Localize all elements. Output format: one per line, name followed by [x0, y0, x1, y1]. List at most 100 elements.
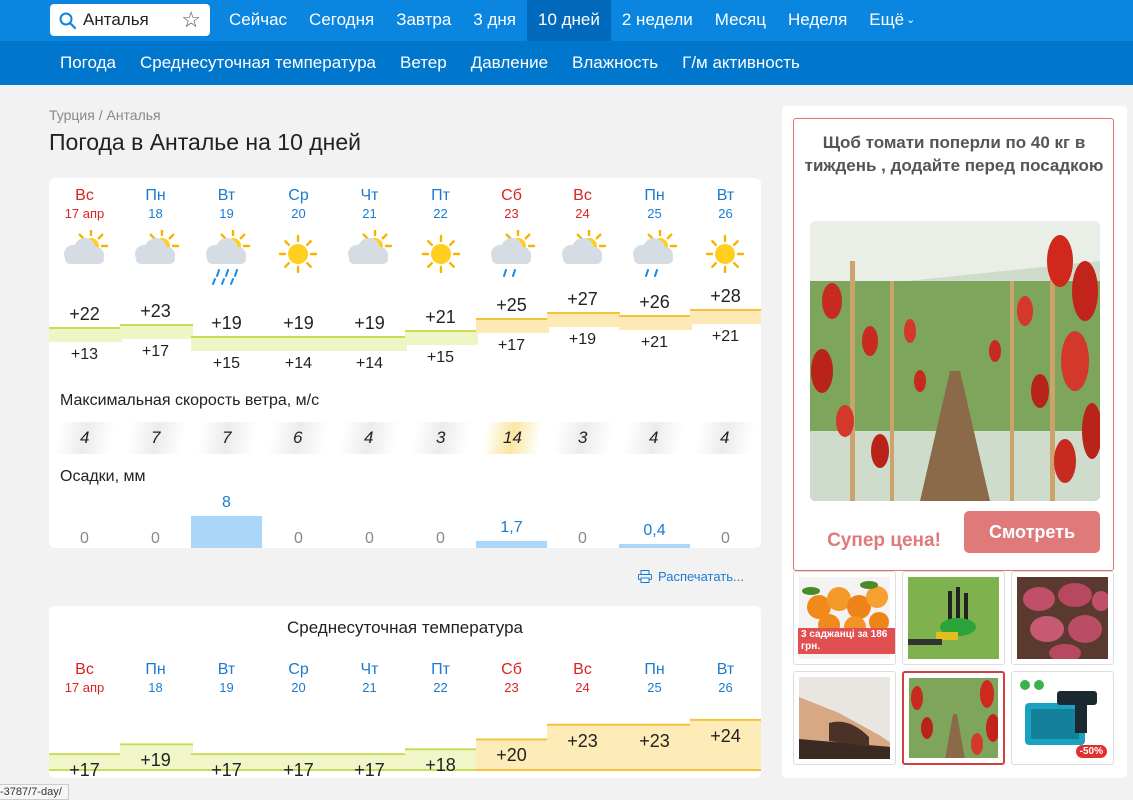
ad-thumb-oranges[interactable]: 3 саджанці за 186 грн.: [793, 571, 896, 665]
day-header[interactable]: Чт 21: [334, 660, 405, 696]
precip-bar: [191, 516, 262, 548]
day-header[interactable]: Ср 20: [263, 660, 334, 696]
nav-tab-8[interactable]: Ещё ⌄: [858, 0, 926, 41]
max-temp-label: +25: [496, 295, 527, 315]
nav-tab-3[interactable]: 3 дня: [462, 0, 527, 41]
day-name: Сб: [501, 661, 522, 678]
param-tab-0[interactable]: Погода: [48, 41, 128, 85]
nav-tab-1[interactable]: Сегодня: [298, 0, 385, 41]
day-header[interactable]: Вс 24: [547, 186, 618, 222]
min-temp-label: +15: [212, 355, 241, 372]
wind-speed-cell: 3: [410, 422, 472, 454]
day-name: Вс: [75, 187, 94, 204]
temperature-chart: +22 +23 +19 +19 +19 +21 +25 +27 +26 +28 +13 +17 +15 +…: [49, 286, 761, 378]
day-header[interactable]: Вт 26: [690, 660, 761, 696]
ad-price-label[interactable]: Супер цена!: [814, 530, 954, 552]
min-temp-label: +19: [568, 331, 597, 348]
day-header[interactable]: Чт 21: [334, 186, 405, 222]
day-header[interactable]: Вс 24: [547, 660, 618, 696]
day-date: 22: [433, 680, 448, 695]
param-tab-1[interactable]: Среднесуточная температура: [128, 41, 388, 85]
nav-tab-label: Месяц: [714, 10, 766, 29]
max-temp-label: +27: [567, 289, 598, 309]
param-tab-2[interactable]: Ветер: [388, 41, 459, 85]
day-header[interactable]: Вс 17 апр: [49, 660, 120, 696]
temp-band: [405, 331, 478, 345]
rain-drops: [645, 269, 658, 277]
sun-shape: [278, 234, 318, 274]
ad-view-button[interactable]: Смотреть: [964, 511, 1100, 553]
avg-temp-label: +19: [140, 750, 171, 771]
day-header[interactable]: Пн 25: [619, 660, 690, 696]
nav-tab-6[interactable]: Месяц: [704, 0, 777, 41]
wind-speed-value: 4: [720, 428, 730, 447]
forecast-card: Вс 17 апр Пн 18 Вт 19 Ср 20 Чт 21 Пт 22 Сб 23 Вс 24 Пн 25…: [49, 178, 761, 548]
ad-headline[interactable]: Щоб томати поперли по 40 кг в тиждень , …: [804, 131, 1104, 177]
day-header[interactable]: Пн 18: [120, 660, 191, 696]
ad-thumb-irrigation[interactable]: [902, 571, 1005, 665]
cloud-shape: [348, 238, 388, 264]
day-header[interactable]: Пт 22: [405, 186, 476, 222]
day-header[interactable]: Сб 23: [476, 186, 547, 222]
day-name: Вт: [716, 187, 735, 204]
irrigation-nozzle-image: [908, 577, 999, 659]
max-temp-label: +19: [283, 313, 314, 333]
wind-speed-value: 4: [649, 428, 659, 447]
city-search[interactable]: ☆: [50, 4, 210, 36]
ad-thumb-potatoes[interactable]: [1011, 571, 1114, 665]
nav-tab-2[interactable]: Завтра: [385, 0, 462, 41]
day-name: Пт: [431, 187, 450, 204]
day-header[interactable]: Вт 19: [191, 186, 262, 222]
day-name: Чт: [360, 187, 379, 204]
param-tab-3[interactable]: Давление: [459, 41, 560, 85]
cloud-shape: [633, 238, 673, 264]
ad-thumb-drill[interactable]: -50%: [1011, 671, 1114, 765]
day-name: Ср: [288, 187, 309, 204]
nav-tab-label: Сейчас: [229, 10, 288, 29]
min-temp-label: +13: [70, 346, 99, 363]
day-header[interactable]: Вс 17 апр: [49, 186, 120, 222]
avg-temperature-chart: +17 +19 +17 +17 +17 +18 +20 +23 +23 +24: [49, 706, 761, 778]
day-date: 23: [504, 680, 519, 695]
day-header[interactable]: Пт 22: [405, 660, 476, 696]
breadcrumb[interactable]: Турция / Анталья: [49, 107, 161, 123]
cloud-shape: [135, 238, 175, 264]
cloud-shape: [562, 238, 602, 264]
day-header[interactable]: Пн 25: [619, 186, 690, 222]
nav-tab-4[interactable]: 10 дней: [526, 0, 611, 41]
search-input[interactable]: [83, 8, 183, 32]
precip-section-label: Осадки, мм: [60, 468, 146, 485]
ad-block[interactable]: Щоб томати поперли по 40 кг в тиждень , …: [793, 118, 1114, 571]
param-tab-5[interactable]: Г/м активность: [670, 41, 812, 85]
favorite-star-icon[interactable]: ☆: [181, 9, 201, 31]
precip-value: 0,4: [643, 522, 666, 539]
day-header[interactable]: Вт 26: [690, 186, 761, 222]
temp-band: [191, 337, 264, 351]
ad-thumb-sandals[interactable]: [793, 671, 896, 765]
nav-tab-0[interactable]: Сейчас: [218, 0, 298, 41]
day-header[interactable]: Пн 18: [120, 186, 191, 222]
day-date: 25: [647, 680, 662, 695]
nav-tab-7[interactable]: Неделя: [777, 0, 858, 41]
day-header[interactable]: Вт 19: [191, 660, 262, 696]
precipitation-chart: 0 0 8 0 0 0 1,7 0 0,4 0: [49, 488, 761, 548]
sun-icon: [270, 230, 326, 294]
search-icon[interactable]: [59, 12, 76, 29]
day-name: Пн: [644, 187, 665, 204]
print-link[interactable]: Распечатать...: [638, 569, 744, 584]
nav-tab-label: 2 недели: [621, 10, 693, 29]
nav-tab-5[interactable]: 2 недели: [611, 0, 704, 41]
param-tab-4[interactable]: Влажность: [560, 41, 670, 85]
day-name: Пн: [644, 661, 665, 678]
avg-temp-label: +17: [283, 760, 314, 778]
max-temp-label: +21: [425, 307, 456, 327]
temp-band: [547, 313, 620, 327]
day-header[interactable]: Сб 23: [476, 660, 547, 696]
day-header[interactable]: Ср 20: [263, 186, 334, 222]
thumb-caption: 3 саджанці за 186 грн.: [798, 628, 895, 654]
ad-thumb-tomatoes[interactable]: [902, 671, 1005, 765]
ad-column: Щоб томати поперли по 40 кг в тиждень , …: [782, 106, 1127, 778]
ad-image-tomatoes[interactable]: [810, 221, 1100, 501]
precip-bar: [619, 544, 690, 548]
day-date: 18: [148, 680, 163, 695]
